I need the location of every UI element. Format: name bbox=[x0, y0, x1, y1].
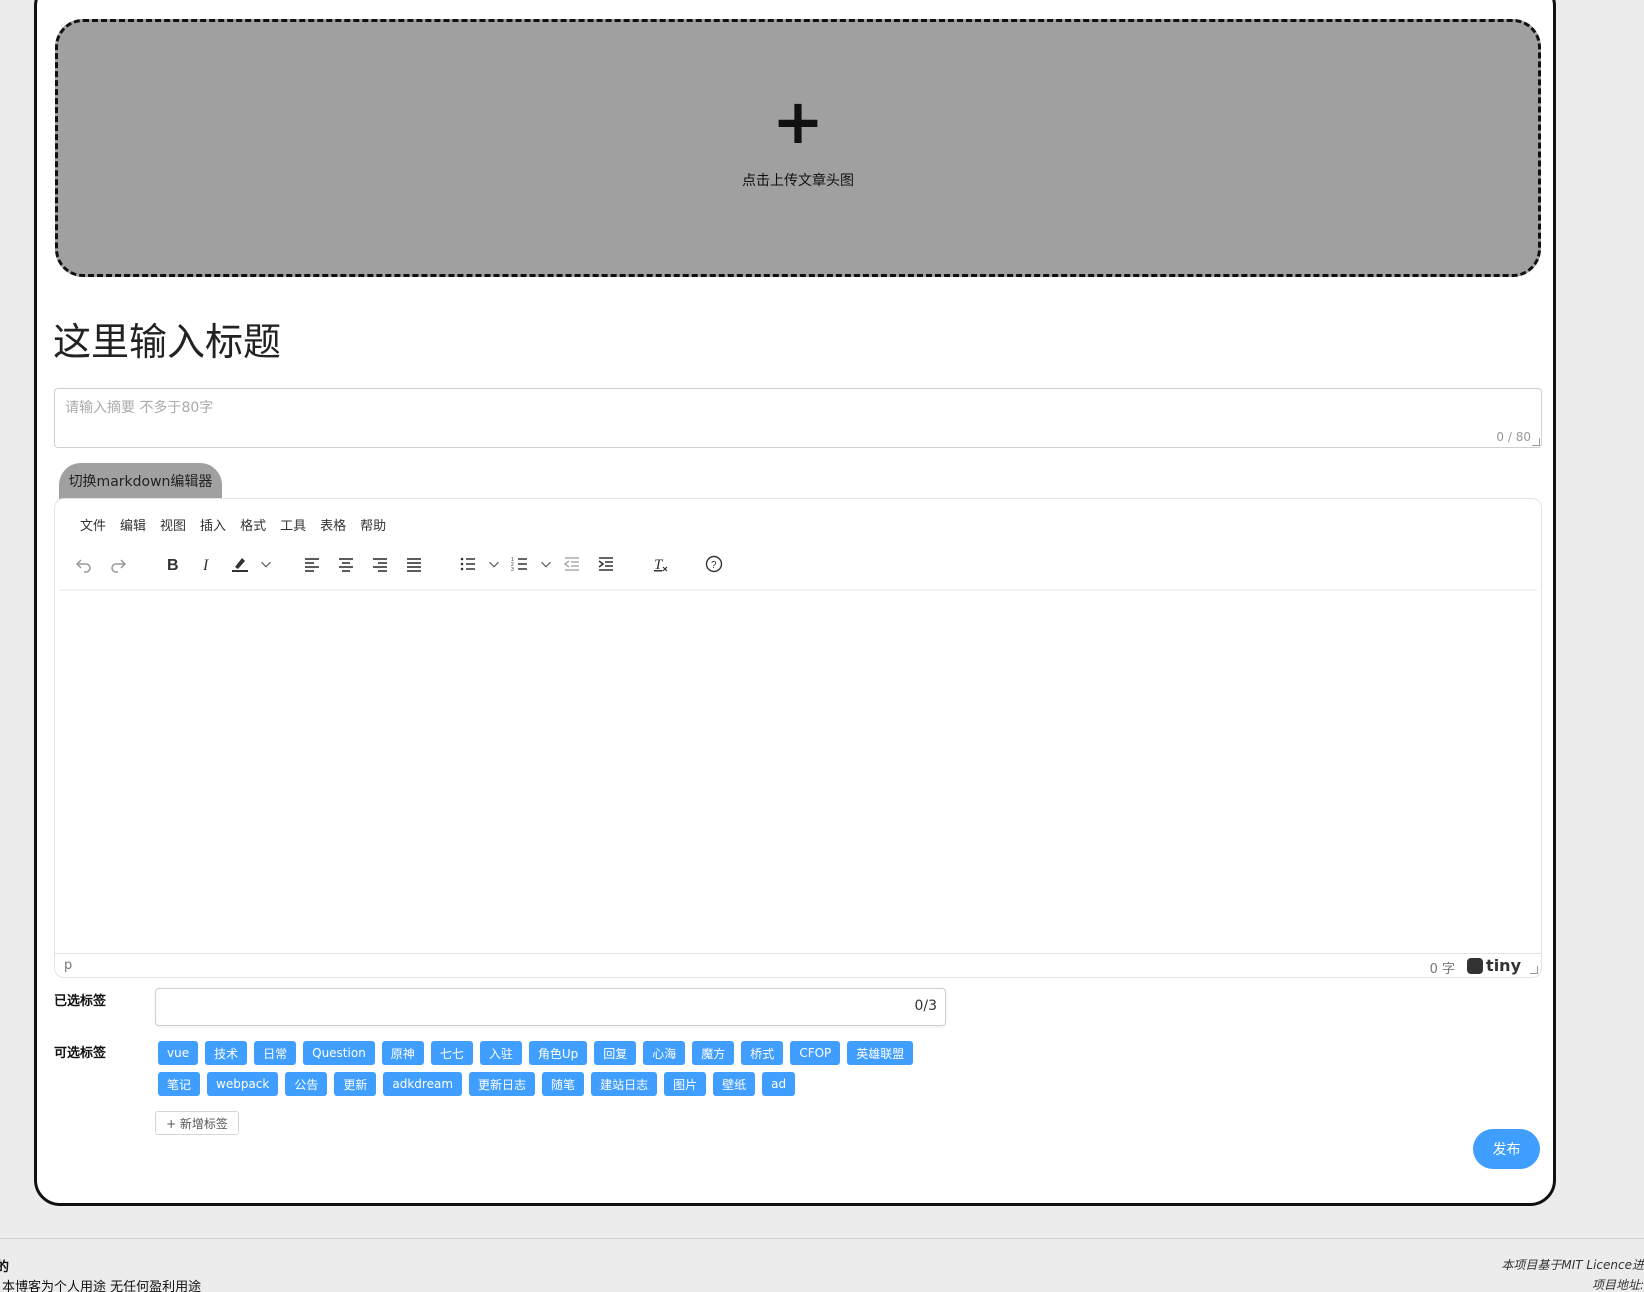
footer-disclaimer: 本博客为个人用途 无任何盈利用途 bbox=[2, 1280, 202, 1292]
menu-file[interactable]: 文件 bbox=[73, 515, 113, 534]
selected-tags-label: 已选标签 bbox=[54, 994, 107, 1009]
tag-option[interactable]: 回复 bbox=[594, 1041, 637, 1065]
optional-tags-list: vue 技术 日常 Question 原神 七七 入驻 角色Up 回复 心海 魔方 桥式 CFOP 英雄联… bbox=[158, 1041, 948, 1096]
tag-option[interactable]: 魔方 bbox=[692, 1041, 735, 1065]
tag-option[interactable]: CFOP bbox=[790, 1041, 841, 1065]
chevron-down-icon[interactable] bbox=[537, 549, 555, 579]
svg-text:3: 3 bbox=[511, 567, 514, 573]
highlight-icon[interactable] bbox=[223, 549, 257, 579]
footer-divider bbox=[0, 1238, 1644, 1239]
footer-license: 本项目基于MIT Licence进 项目地址: bbox=[1501, 1256, 1644, 1292]
align-left-icon[interactable] bbox=[295, 549, 329, 579]
selected-tags-count: 0/3 bbox=[914, 998, 937, 1014]
editor-toolbar: B I 1 2 3 T ? bbox=[67, 549, 731, 579]
tag-option[interactable]: 心海 bbox=[643, 1041, 686, 1065]
tiny-icon bbox=[1467, 957, 1484, 974]
cover-upload-area[interactable]: + 点击上传文章头图 bbox=[55, 19, 1541, 277]
svg-text:T: T bbox=[654, 557, 664, 573]
element-path[interactable]: p bbox=[64, 958, 72, 973]
tag-option[interactable]: 壁纸 bbox=[713, 1072, 756, 1096]
undo-icon[interactable] bbox=[67, 549, 101, 579]
tag-option[interactable]: 技术 bbox=[205, 1041, 248, 1065]
bullet-list-icon[interactable] bbox=[451, 549, 485, 579]
tag-option[interactable]: Question bbox=[303, 1041, 375, 1065]
tiny-brand-text: tiny bbox=[1486, 956, 1521, 975]
word-count[interactable]: 0 字 bbox=[1430, 958, 1455, 977]
svg-text:B: B bbox=[167, 557, 179, 574]
tag-option[interactable]: 桥式 bbox=[741, 1041, 784, 1065]
summary-textarea[interactable]: 请输入摘要 不多于80字 0 / 80 bbox=[54, 388, 1542, 448]
resize-handle-icon[interactable] bbox=[1530, 966, 1538, 974]
chevron-down-icon[interactable] bbox=[257, 549, 275, 579]
tag-option[interactable]: 更新日志 bbox=[469, 1072, 536, 1096]
tag-option[interactable]: 随笔 bbox=[542, 1072, 585, 1096]
menu-table[interactable]: 表格 bbox=[313, 515, 353, 534]
tag-option[interactable]: 七七 bbox=[430, 1041, 473, 1065]
indent-icon[interactable] bbox=[589, 549, 623, 579]
tag-option[interactable]: 图片 bbox=[664, 1072, 707, 1096]
justify-icon[interactable] bbox=[397, 549, 431, 579]
menu-insert[interactable]: 插入 bbox=[193, 515, 233, 534]
menu-edit[interactable]: 编辑 bbox=[113, 515, 153, 534]
tag-option[interactable]: 公告 bbox=[285, 1072, 328, 1096]
publish-button[interactable]: 发布 bbox=[1473, 1129, 1540, 1169]
menu-format[interactable]: 格式 bbox=[233, 515, 273, 534]
optional-tags-label: 可选标签 bbox=[54, 1046, 107, 1061]
align-center-icon[interactable] bbox=[329, 549, 363, 579]
footer-license-line: 本项目基于MIT Licence进 bbox=[1501, 1258, 1644, 1272]
tag-option[interactable]: 英雄联盟 bbox=[847, 1041, 914, 1065]
footer-left-heading: 的 bbox=[0, 1260, 10, 1275]
resize-handle-icon[interactable] bbox=[1532, 438, 1540, 446]
menu-help[interactable]: 帮助 bbox=[353, 515, 393, 534]
menu-view[interactable]: 视图 bbox=[153, 515, 193, 534]
tag-option[interactable]: vue bbox=[158, 1041, 199, 1065]
numbered-list-icon[interactable]: 123 bbox=[503, 549, 537, 579]
svg-text:?: ? bbox=[711, 560, 717, 571]
summary-char-count: 0 / 80 bbox=[1496, 430, 1531, 444]
switch-markdown-editor-button[interactable]: 切换markdown编辑器 bbox=[59, 463, 222, 499]
tag-option[interactable]: adkdream bbox=[383, 1072, 463, 1096]
tag-option[interactable]: 建站日志 bbox=[591, 1072, 658, 1096]
tag-option[interactable]: 更新 bbox=[334, 1072, 377, 1096]
upload-hint: 点击上传文章头图 bbox=[742, 173, 854, 189]
tag-option[interactable]: 原神 bbox=[381, 1041, 424, 1065]
tag-option[interactable]: 日常 bbox=[254, 1041, 297, 1065]
editor-content-area[interactable] bbox=[59, 593, 1537, 953]
menu-tools[interactable]: 工具 bbox=[273, 515, 313, 534]
italic-icon[interactable]: I bbox=[189, 549, 223, 579]
selected-tags-box[interactable]: 0/3 bbox=[155, 988, 946, 1026]
align-right-icon[interactable] bbox=[363, 549, 397, 579]
footer-project-link[interactable]: 项目地址: bbox=[1501, 1276, 1644, 1292]
chevron-down-icon[interactable] bbox=[485, 549, 503, 579]
bold-icon[interactable]: B bbox=[155, 549, 189, 579]
svg-text:I: I bbox=[202, 557, 209, 574]
tag-option[interactable]: 入驻 bbox=[479, 1041, 522, 1065]
plus-icon: + bbox=[772, 85, 824, 158]
editor-menubar: 文件 编辑 视图 插入 格式 工具 表格 帮助 bbox=[73, 515, 393, 534]
tag-option[interactable]: webpack bbox=[207, 1072, 279, 1096]
tag-option[interactable]: 笔记 bbox=[158, 1072, 201, 1096]
rich-text-editor: 文件 编辑 视图 插入 格式 工具 表格 帮助 B I 1 2 3 T ? p … bbox=[54, 498, 1542, 978]
help-icon[interactable]: ? bbox=[697, 549, 731, 579]
add-tag-button[interactable]: + 新增标签 bbox=[155, 1111, 239, 1135]
tag-option[interactable]: 角色Up bbox=[528, 1041, 588, 1065]
tiny-logo[interactable]: tiny bbox=[1467, 956, 1521, 975]
redo-icon[interactable] bbox=[101, 549, 135, 579]
toolbar-divider bbox=[59, 589, 1537, 591]
summary-placeholder: 请输入摘要 不多于80字 bbox=[65, 400, 214, 416]
title-input[interactable]: 这里输入标题 bbox=[53, 311, 281, 366]
tag-option[interactable]: ad bbox=[762, 1072, 796, 1096]
editor-statusbar: p 0 字 tiny bbox=[55, 953, 1541, 977]
clear-format-icon[interactable]: T bbox=[643, 549, 677, 579]
editor-card: + 点击上传文章头图 这里输入标题 请输入摘要 不多于80字 0 / 80 切换… bbox=[34, 0, 1556, 1206]
outdent-icon[interactable] bbox=[555, 549, 589, 579]
